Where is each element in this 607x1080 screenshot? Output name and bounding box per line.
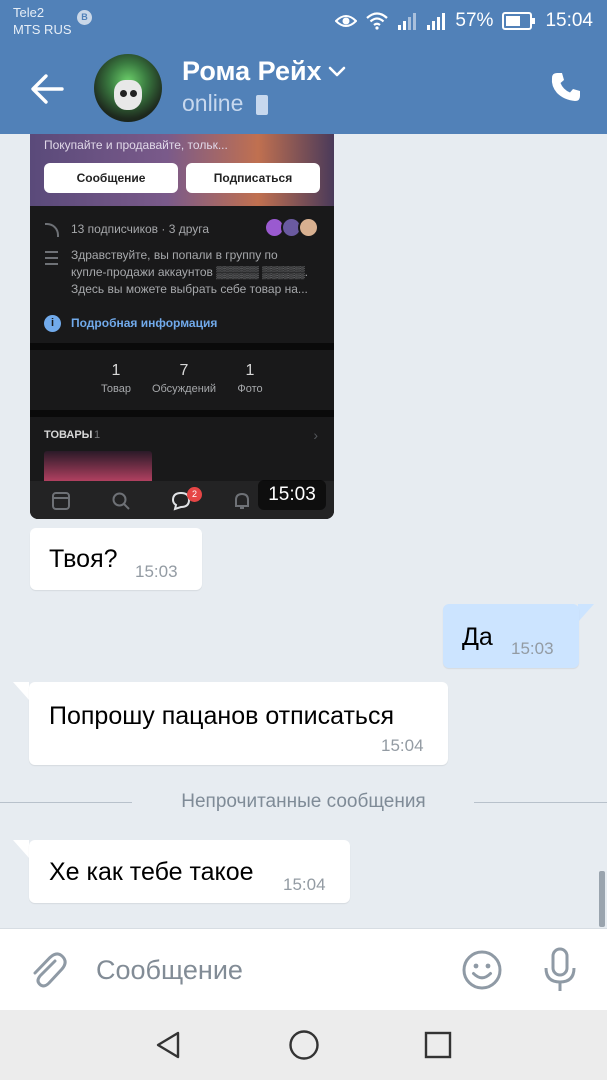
chat-scrollbar[interactable] bbox=[599, 871, 605, 927]
smiley-icon[interactable] bbox=[461, 949, 503, 991]
message-time: 15:04 bbox=[381, 736, 424, 755]
message-text: Хе как тебе такое bbox=[49, 858, 254, 886]
details-link-row: i Подробная информация bbox=[30, 315, 334, 335]
incoming-message[interactable]: Твоя? 15:03 bbox=[30, 528, 202, 590]
bubble-tail bbox=[13, 840, 29, 858]
message-text: Да bbox=[462, 623, 493, 651]
stat-photos: 1 Фото bbox=[237, 362, 263, 395]
goods-title: ТОВАРЫ bbox=[44, 429, 93, 441]
contact-name[interactable]: Рома Рейх bbox=[182, 56, 322, 87]
wifi-icon bbox=[366, 12, 389, 30]
stat-goods: 1 Товар bbox=[101, 362, 131, 395]
status-indicators: 57% 15:04 bbox=[335, 8, 593, 34]
goods-thumbnail bbox=[44, 451, 152, 481]
unread-divider: Непрочитанные сообщения bbox=[0, 790, 607, 814]
message-time: 15:03 bbox=[258, 480, 326, 510]
divider bbox=[30, 343, 334, 350]
message-input[interactable] bbox=[96, 947, 436, 993]
system-nav-bar bbox=[0, 1010, 607, 1080]
outgoing-message[interactable]: Да 15:03 bbox=[443, 604, 579, 668]
chat-header: Рома Рейх online bbox=[0, 44, 607, 134]
message-time: 15:04 bbox=[283, 875, 326, 894]
shared-screenshot-message[interactable]: Покупайте и продавайте, тольк... Сообщен… bbox=[30, 134, 334, 519]
chevron-down-icon[interactable] bbox=[328, 66, 346, 78]
contact-avatar[interactable] bbox=[94, 54, 162, 122]
signal-strong-icon bbox=[427, 13, 446, 30]
phone-icon[interactable] bbox=[549, 70, 583, 104]
status-bar: Tele2 MTS RUS B 57% 15:04 bbox=[0, 0, 607, 44]
nav-back-icon[interactable] bbox=[154, 1030, 184, 1060]
messages-badge: 2 bbox=[187, 487, 202, 502]
goods-count: 1 bbox=[94, 429, 101, 441]
carrier-line1: Tele2 bbox=[13, 5, 45, 20]
message-text: Твоя? bbox=[49, 545, 118, 573]
microphone-icon[interactable] bbox=[541, 947, 579, 993]
news-icon bbox=[52, 492, 70, 510]
signal-weak-icon bbox=[398, 13, 417, 30]
battery-percent: 57% bbox=[455, 10, 494, 31]
incoming-message[interactable]: Попрошу пацанов отписаться 15:04 bbox=[29, 682, 448, 765]
contact-status: online bbox=[182, 90, 244, 116]
paperclip-icon[interactable] bbox=[28, 949, 68, 993]
message-time: 15:03 bbox=[511, 639, 554, 658]
divider bbox=[30, 410, 334, 417]
battery-icon bbox=[502, 12, 536, 30]
carrier-line2: MTS RUS bbox=[13, 22, 72, 37]
description-line: купле-продажи аккаунтов ▒▒▒▒▒ ▒▒▒▒▒. bbox=[71, 265, 308, 279]
info-icon: i bbox=[44, 315, 61, 332]
stat-discussions: 7 Обсуждений bbox=[151, 362, 217, 395]
carrier-info: Tele2 MTS RUS bbox=[13, 4, 72, 38]
text-lines-icon bbox=[45, 251, 59, 269]
cover-text: Покупайте и продавайте, тольк... bbox=[44, 138, 228, 152]
description-line: Здесь вы можете выбрать себе товар на... bbox=[71, 282, 308, 296]
search-icon bbox=[112, 492, 130, 510]
status-time: 15:04 bbox=[545, 10, 593, 31]
message-composer bbox=[0, 928, 607, 1010]
bubble-tail bbox=[578, 604, 594, 622]
carrier-badge-icon: B bbox=[77, 10, 92, 25]
bell-icon bbox=[235, 492, 249, 509]
bubble-tail bbox=[13, 682, 29, 700]
friend-avatars bbox=[264, 217, 320, 239]
details-link: Подробная информация bbox=[71, 316, 218, 330]
nav-recents-icon[interactable] bbox=[424, 1031, 452, 1059]
incoming-message[interactable]: Хе как тебе такое 15:04 bbox=[29, 840, 350, 903]
message-time: 15:03 bbox=[135, 562, 178, 581]
rss-icon bbox=[45, 223, 59, 237]
group-message-button: Сообщение bbox=[44, 163, 178, 193]
message-text: Попрошу пацанов отписаться bbox=[49, 702, 394, 730]
arrow-left-icon[interactable] bbox=[26, 68, 68, 110]
eye-icon bbox=[335, 15, 358, 27]
subscribers-text: 13 подписчиков · 3 друга bbox=[71, 222, 210, 236]
chevron-right-icon: › bbox=[313, 427, 318, 443]
group-description: Здравствуйте, вы попали в группу по купл… bbox=[30, 247, 334, 311]
mobile-online-icon bbox=[256, 95, 268, 115]
group-stats: 1 Товар 7 Обсуждений 1 Фото bbox=[30, 352, 334, 410]
description-line: Здравствуйте, вы попали в группу по bbox=[71, 248, 278, 262]
group-subscribe-button: Подписаться bbox=[186, 163, 320, 193]
nav-home-icon[interactable] bbox=[288, 1029, 320, 1061]
